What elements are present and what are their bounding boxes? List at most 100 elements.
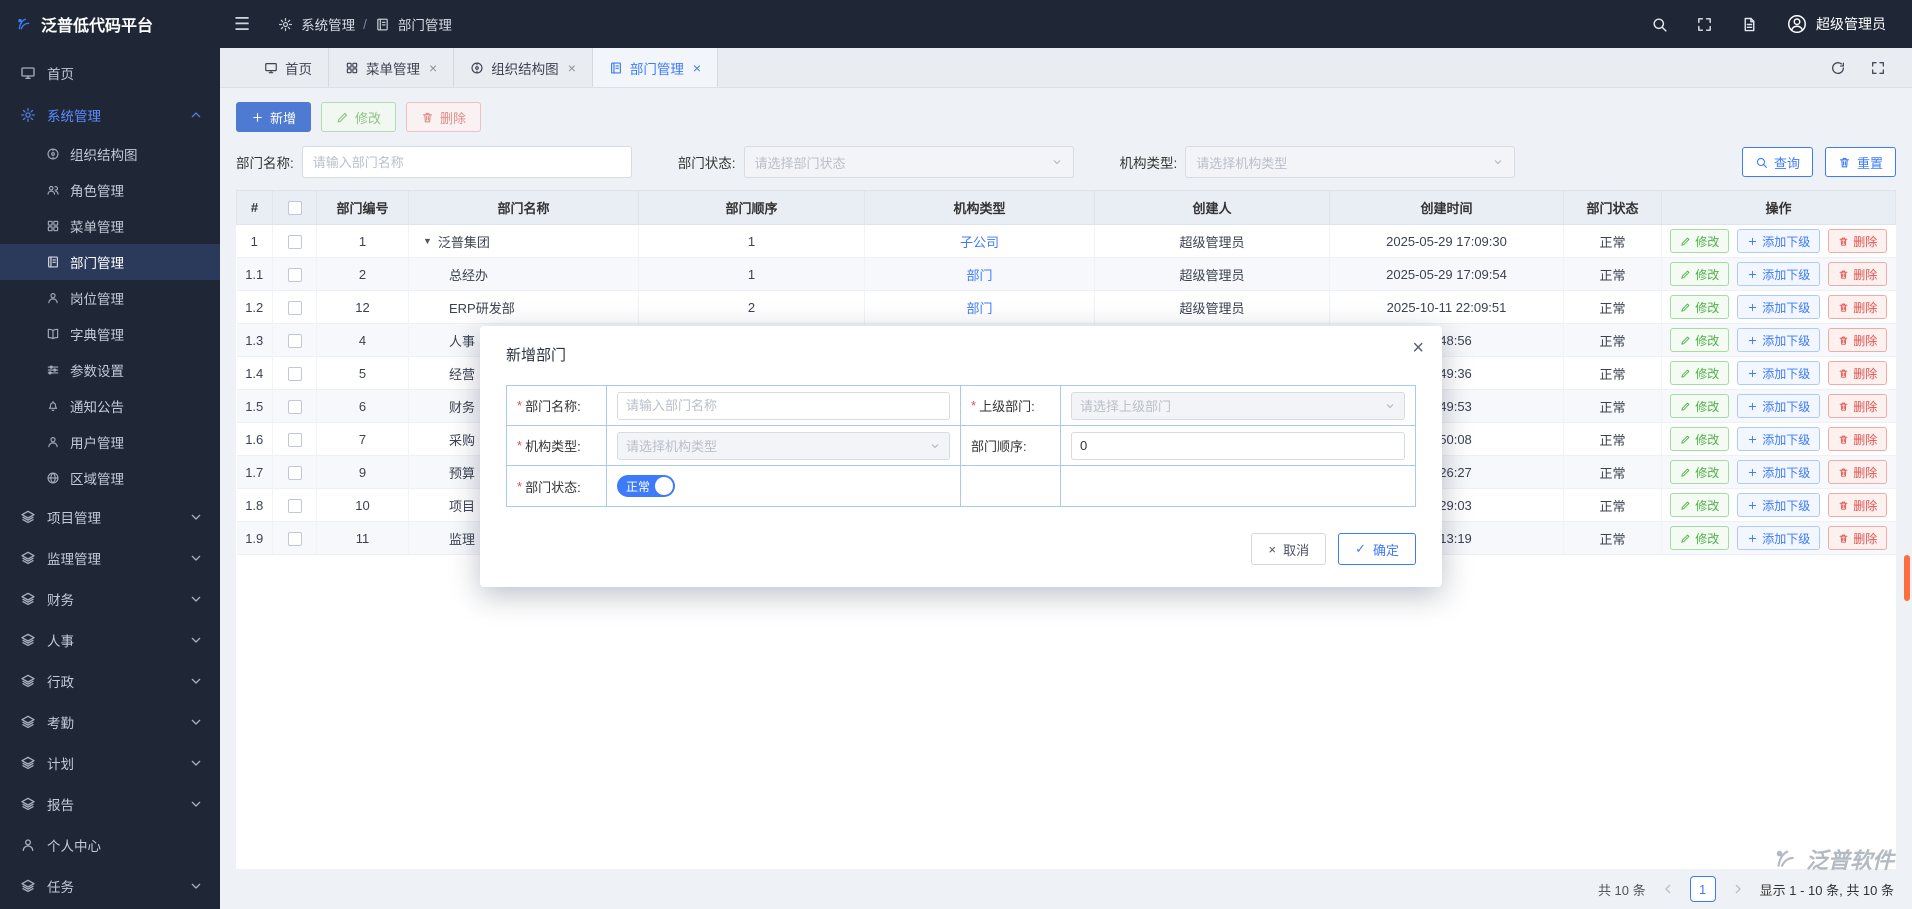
row-checkbox[interactable] <box>288 235 302 249</box>
row-edit-button[interactable]: 修改 <box>1670 361 1729 385</box>
next-page-icon[interactable] <box>1730 881 1746 897</box>
row-edit-button[interactable]: 修改 <box>1670 262 1729 286</box>
row-checkbox[interactable] <box>288 268 302 282</box>
row-add-child-button[interactable]: 添加下级 <box>1737 394 1820 418</box>
sidebar-sub-item[interactable]: 参数设置 <box>0 352 220 388</box>
sidebar-group-item[interactable]: 财务 <box>0 578 220 619</box>
sidebar-group-item[interactable]: 计划 <box>0 742 220 783</box>
sidebar-sub-item[interactable]: 区域管理 <box>0 460 220 496</box>
dept-status-toggle[interactable]: 正常 <box>617 475 675 497</box>
row-delete-button[interactable]: 删除 <box>1828 427 1887 451</box>
sidebar-group-item[interactable]: 考勤 <box>0 701 220 742</box>
row-add-child-button[interactable]: 添加下级 <box>1737 262 1820 286</box>
row-checkbox[interactable] <box>288 334 302 348</box>
sidebar-group-item[interactable]: 个人中心 <box>0 824 220 865</box>
row-add-child-button[interactable]: 添加下级 <box>1737 493 1820 517</box>
refresh-icon[interactable] <box>1830 60 1846 76</box>
row-edit-button[interactable]: 修改 <box>1670 460 1729 484</box>
tree-collapse-icon[interactable]: ▼ <box>423 236 432 246</box>
edit-button[interactable]: 修改 <box>321 102 396 132</box>
tab-close-icon[interactable]: × <box>429 60 437 76</box>
org-type-select[interactable]: 请选择机构类型 <box>1185 146 1515 178</box>
row-checkbox[interactable] <box>288 367 302 381</box>
select-all-checkbox[interactable] <box>288 201 302 215</box>
sidebar-sub-item[interactable]: 岗位管理 <box>0 280 220 316</box>
row-edit-button[interactable]: 修改 <box>1670 229 1729 253</box>
dialog-parent-dept-select[interactable]: 请选择上级部门 <box>1071 392 1405 420</box>
user-menu[interactable]: 超级管理员 <box>1786 13 1886 35</box>
row-add-child-button[interactable]: 添加下级 <box>1737 229 1820 253</box>
cancel-button[interactable]: × 取消 <box>1251 533 1326 565</box>
row-delete-button[interactable]: 删除 <box>1828 493 1887 517</box>
document-icon[interactable] <box>1741 16 1758 33</box>
sidebar-sub-item[interactable]: 字典管理 <box>0 316 220 352</box>
row-add-child-button[interactable]: 添加下级 <box>1737 295 1820 319</box>
row-delete-button[interactable]: 删除 <box>1828 361 1887 385</box>
sidebar-sub-item[interactable]: 角色管理 <box>0 172 220 208</box>
row-edit-button[interactable]: 修改 <box>1670 427 1729 451</box>
row-edit-button[interactable]: 修改 <box>1670 526 1729 550</box>
prev-page-icon[interactable] <box>1660 881 1676 897</box>
row-delete-button[interactable]: 删除 <box>1828 394 1887 418</box>
dept-status-select[interactable]: 请选择部门状态 <box>744 146 1074 178</box>
sidebar-sub-item[interactable]: 用户管理 <box>0 424 220 460</box>
sidebar-group-item[interactable]: 项目管理 <box>0 496 220 537</box>
sidebar-sub-item[interactable]: 通知公告 <box>0 388 220 424</box>
sidebar-group-item[interactable]: 报告 <box>0 783 220 824</box>
row-checkbox[interactable] <box>288 499 302 513</box>
row-delete-button[interactable]: 删除 <box>1828 262 1887 286</box>
reset-button[interactable]: 重置 <box>1825 147 1896 177</box>
row-checkbox[interactable] <box>288 301 302 315</box>
collapse-sidebar-button[interactable]: ☰ <box>234 15 250 33</box>
row-add-child-button[interactable]: 添加下级 <box>1737 427 1820 451</box>
scrollbar-thumb[interactable] <box>1904 555 1910 601</box>
org-type-link[interactable]: 子公司 <box>960 235 999 250</box>
breadcrumb-parent[interactable]: 系统管理 <box>301 14 355 34</box>
dialog-dept-order-input[interactable] <box>1071 432 1405 460</box>
row-delete-button[interactable]: 删除 <box>1828 460 1887 484</box>
sidebar-group-item[interactable]: 人事 <box>0 619 220 660</box>
row-checkbox[interactable] <box>288 400 302 414</box>
row-edit-button[interactable]: 修改 <box>1670 328 1729 352</box>
row-add-child-button[interactable]: 添加下级 <box>1737 328 1820 352</box>
dialog-close-icon[interactable]: × <box>1412 338 1424 358</box>
row-delete-button[interactable]: 删除 <box>1828 229 1887 253</box>
dialog-dept-name-input[interactable] <box>617 392 950 420</box>
tab[interactable]: 首页 <box>248 48 329 87</box>
sidebar-sub-item[interactable]: 菜单管理 <box>0 208 220 244</box>
row-edit-button[interactable]: 修改 <box>1670 295 1729 319</box>
tab[interactable]: 组织结构图 × <box>454 48 593 87</box>
confirm-button[interactable]: ✓ 确定 <box>1338 533 1416 565</box>
delete-button[interactable]: 删除 <box>406 102 481 132</box>
row-add-child-button[interactable]: 添加下级 <box>1737 526 1820 550</box>
tab-close-icon[interactable]: × <box>693 60 701 76</box>
row-delete-button[interactable]: 删除 <box>1828 526 1887 550</box>
search-icon[interactable] <box>1651 16 1668 33</box>
breadcrumb-current[interactable]: 部门管理 <box>398 14 452 34</box>
org-type-link[interactable]: 部门 <box>966 301 992 316</box>
sidebar-group-item[interactable]: 任务 <box>0 865 220 906</box>
sidebar-group-system[interactable]: 系统管理 <box>0 94 220 136</box>
sidebar-group-item[interactable]: 行政 <box>0 660 220 701</box>
search-button[interactable]: 查询 <box>1742 147 1813 177</box>
sidebar-sub-item[interactable]: 组织结构图 <box>0 136 220 172</box>
row-checkbox[interactable] <box>288 532 302 546</box>
org-type-link[interactable]: 部门 <box>966 268 992 283</box>
row-edit-button[interactable]: 修改 <box>1670 493 1729 517</box>
sidebar-sub-item[interactable]: 部门管理 <box>0 244 220 280</box>
sidebar-item-home[interactable]: 首页 <box>0 52 220 94</box>
tab[interactable]: 菜单管理 × <box>329 48 454 87</box>
row-add-child-button[interactable]: 添加下级 <box>1737 460 1820 484</box>
row-delete-button[interactable]: 删除 <box>1828 328 1887 352</box>
row-add-child-button[interactable]: 添加下级 <box>1737 361 1820 385</box>
row-checkbox[interactable] <box>288 466 302 480</box>
fullscreen-icon[interactable] <box>1870 60 1886 76</box>
current-page[interactable]: 1 <box>1690 876 1716 902</box>
row-checkbox[interactable] <box>288 433 302 447</box>
row-delete-button[interactable]: 删除 <box>1828 295 1887 319</box>
dialog-org-type-select[interactable]: 请选择机构类型 <box>617 432 950 460</box>
tab[interactable]: 部门管理 × <box>593 48 718 87</box>
row-edit-button[interactable]: 修改 <box>1670 394 1729 418</box>
add-button[interactable]: 新增 <box>236 102 311 132</box>
tab-close-icon[interactable]: × <box>568 60 576 76</box>
